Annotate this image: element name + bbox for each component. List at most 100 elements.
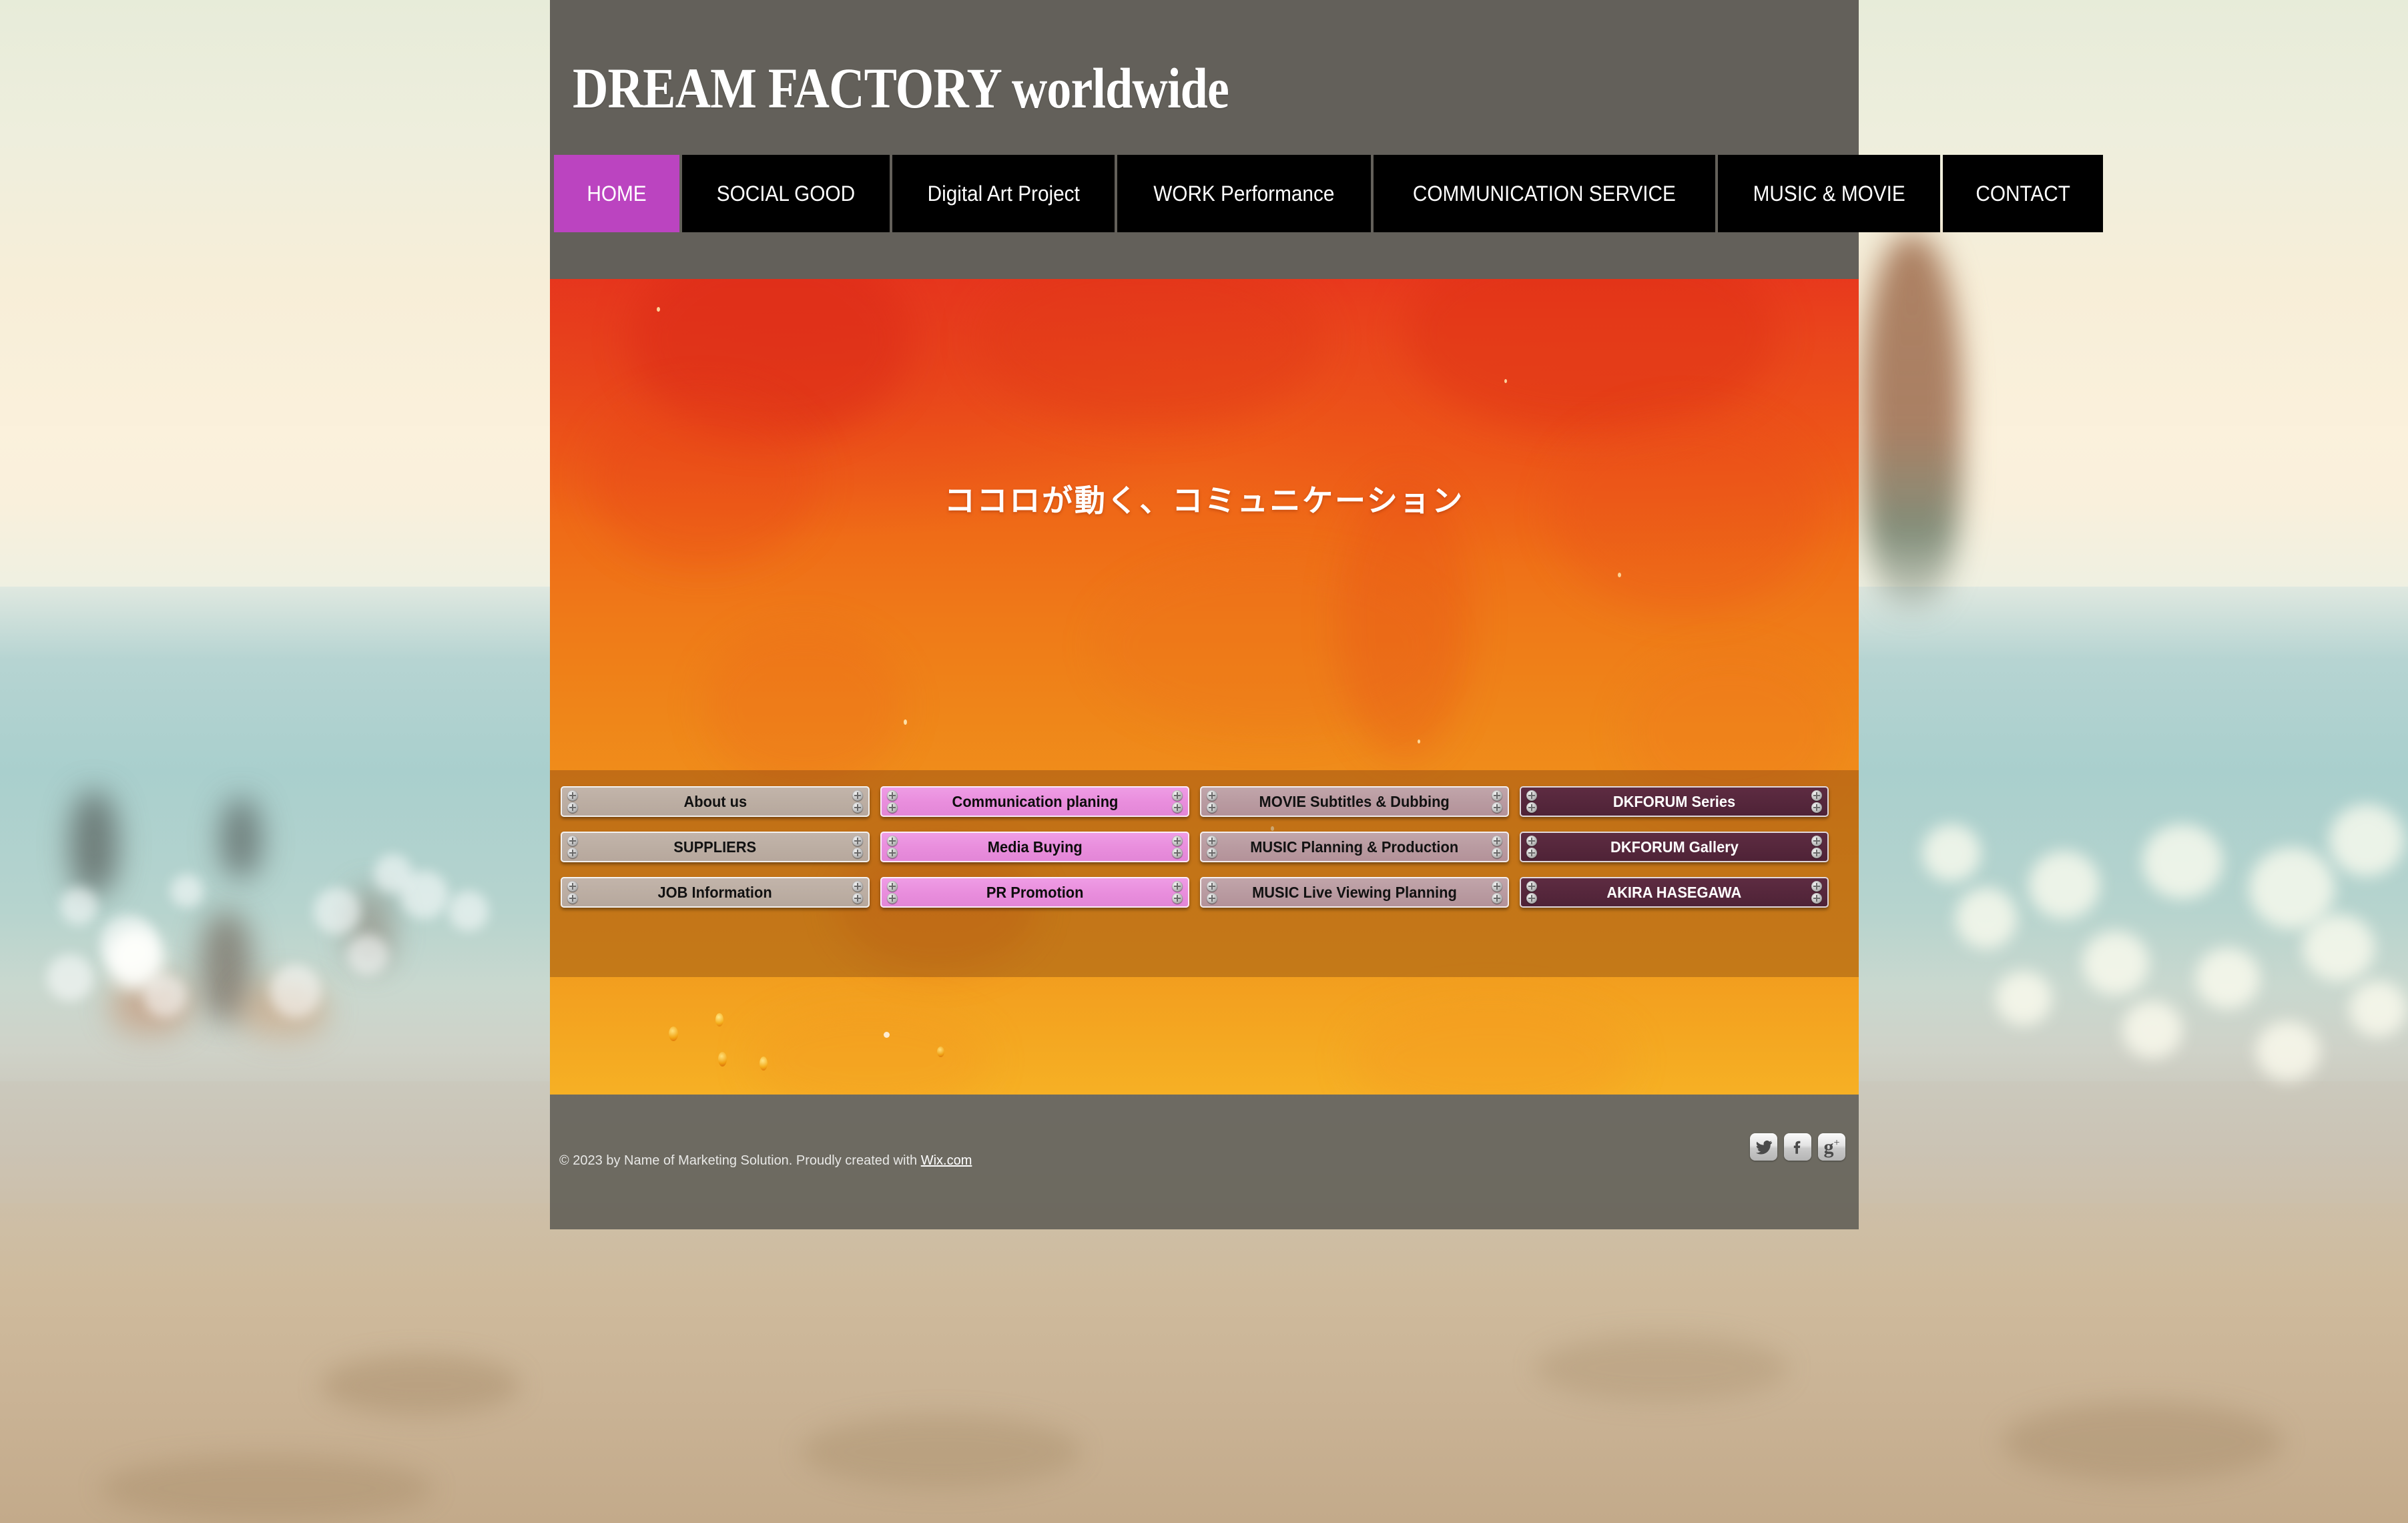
bokeh-circle	[2329, 804, 2404, 876]
bokeh-circle	[347, 934, 388, 976]
screw-icon	[1207, 848, 1217, 858]
service-button[interactable]: About us	[561, 786, 870, 817]
copyright-prefix: © 2023 by Name of Marketing Solution. Pr…	[559, 1153, 921, 1168]
bokeh-circle	[2256, 1021, 2320, 1081]
googleplus-glyph: g+	[1823, 1135, 1840, 1158]
banner-droplet	[937, 1046, 944, 1057]
service-button-label: Media Buying	[987, 838, 1083, 856]
bokeh-circle	[448, 891, 489, 931]
screw-icon	[1811, 790, 1822, 801]
service-button[interactable]: PR Promotion	[880, 877, 1189, 908]
banner-texture	[1351, 1000, 1631, 1095]
hero-banner: ココロが動く、コミュニケーション About us Communication p…	[550, 279, 1859, 1095]
service-button-label: MOVIE Subtitles & Dubbing	[1259, 792, 1450, 810]
bokeh-circle	[270, 964, 321, 1018]
sand-texture	[801, 1415, 1081, 1488]
nav-item-contact[interactable]: CONTACT	[1943, 155, 2104, 232]
screw-icon	[1207, 881, 1217, 892]
bokeh-circle	[1996, 971, 2052, 1026]
bokeh-circle	[2303, 914, 2375, 981]
facebook-icon[interactable]	[1784, 1133, 1811, 1161]
service-button[interactable]: Media Buying	[880, 832, 1189, 862]
screw-icon	[887, 848, 898, 858]
bokeh-circle	[1922, 824, 1981, 882]
bokeh-circle	[170, 874, 204, 908]
sand-texture	[1535, 1335, 1789, 1402]
bokeh-circle	[374, 854, 412, 893]
service-button[interactable]: Communication planing	[880, 786, 1189, 817]
service-button-label: DKFORUM Gallery	[1610, 838, 1739, 856]
screw-icon	[1172, 848, 1183, 858]
service-buttons-grid: About us Communication planing MOVIE Subti…	[561, 786, 1829, 908]
wix-link[interactable]: Wix.com	[921, 1153, 972, 1168]
screw-icon	[887, 790, 898, 801]
bokeh-circle	[2349, 981, 2407, 1037]
screw-icon	[852, 893, 863, 904]
screw-icon	[887, 802, 898, 813]
service-buttons-panel: About us Communication planing MOVIE Subti…	[550, 770, 1859, 977]
twitter-icon[interactable]	[1750, 1133, 1777, 1161]
banner-droplet	[715, 1013, 723, 1026]
nav-item-work-performance[interactable]: WORK Performance	[1117, 155, 1371, 232]
background-figure-right	[1862, 234, 1962, 607]
nav-item-label: COMMUNICATION SERVICE	[1412, 181, 1676, 206]
service-button[interactable]: SUPPLIERS	[561, 832, 870, 862]
screw-icon	[1526, 881, 1537, 892]
page-title: DREAM FACTORY worldwide	[573, 56, 1229, 120]
bokeh-circle	[143, 974, 186, 1017]
banner-droplet	[718, 1052, 727, 1067]
nav-item-digital-art-project[interactable]: Digital Art Project	[892, 155, 1115, 232]
nav-item-label: CONTACT	[1976, 181, 2070, 206]
hero-headline: ココロが動く、コミュニケーション	[944, 483, 1465, 518]
service-button[interactable]: DKFORUM Gallery	[1520, 832, 1829, 862]
nav-item-label: Digital Art Project	[927, 181, 1080, 206]
service-button-label: DKFORUM Series	[1612, 792, 1736, 810]
screw-icon	[567, 848, 578, 858]
bokeh-circle	[2249, 848, 2335, 929]
banner-spark	[657, 307, 660, 312]
service-button[interactable]: JOB Information	[561, 877, 870, 908]
service-button[interactable]: MUSIC Planning & Production	[1200, 832, 1509, 862]
screw-icon	[1526, 848, 1537, 858]
nav-item-music-movie[interactable]: MUSIC & MOVIE	[1717, 155, 1940, 232]
service-button[interactable]: AKIRA HASEGAWA	[1520, 877, 1829, 908]
service-button-label: PR Promotion	[986, 883, 1084, 901]
screw-icon	[567, 836, 578, 846]
screw-icon	[887, 836, 898, 846]
nav-item-home[interactable]: HOME	[554, 155, 679, 232]
banner-texture	[703, 626, 904, 786]
screw-icon	[1526, 790, 1537, 801]
screw-icon	[852, 802, 863, 813]
banner-texture	[1404, 279, 1778, 432]
service-button[interactable]: DKFORUM Series	[1520, 786, 1829, 817]
background-figure	[70, 791, 118, 894]
service-button-label: SUPPLIERS	[673, 838, 757, 856]
site-page-container: DREAM FACTORY worldwide HOME SOCIAL GOOD D…	[550, 0, 2104, 1229]
service-button-label: MUSIC Planning & Production	[1250, 838, 1459, 856]
screw-icon	[1207, 893, 1217, 904]
screw-icon	[1526, 802, 1537, 813]
screw-icon	[1207, 802, 1217, 813]
bokeh-circle	[2142, 824, 2222, 899]
banner-texture	[750, 1006, 990, 1095]
nav-item-communication-service[interactable]: COMMUNICATION SERVICE	[1373, 155, 1715, 232]
bokeh-circle	[47, 954, 93, 1001]
nav-item-social-good[interactable]: SOCIAL GOOD	[682, 155, 890, 232]
banner-droplet	[669, 1026, 678, 1041]
screw-icon	[567, 802, 578, 813]
screw-icon	[1172, 802, 1183, 813]
banner-droplet	[760, 1056, 768, 1071]
bokeh-circle	[1955, 888, 2017, 949]
banner-texture	[1337, 479, 1471, 759]
screw-icon	[1526, 836, 1537, 846]
service-button[interactable]: MUSIC Live Viewing Planning	[1200, 877, 1509, 908]
screw-icon	[1492, 836, 1502, 846]
banner-spark	[904, 719, 907, 725]
screw-icon	[567, 881, 578, 892]
service-button-label: Communication planing	[952, 792, 1118, 810]
service-button-label: JOB Information	[657, 883, 773, 901]
service-button[interactable]: MOVIE Subtitles & Dubbing	[1200, 786, 1509, 817]
screw-icon	[1811, 881, 1822, 892]
service-button-label: MUSIC Live Viewing Planning	[1252, 883, 1457, 901]
googleplus-icon[interactable]: g+	[1818, 1133, 1845, 1161]
